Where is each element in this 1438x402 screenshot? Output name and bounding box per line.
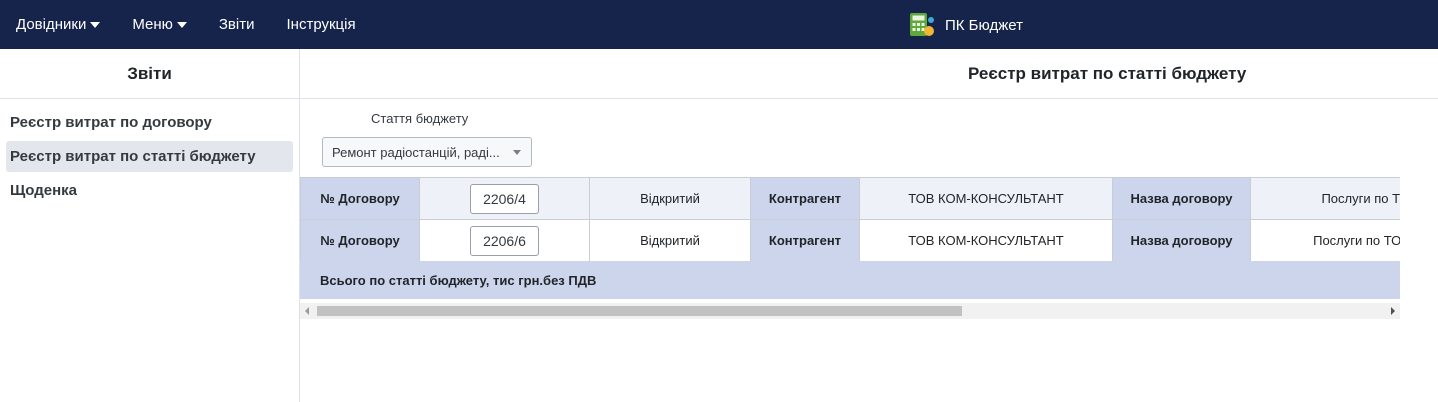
budget-item-label: Стаття бюджету	[371, 111, 469, 126]
brand-title: ПК Бюджет	[945, 16, 1023, 34]
contract-no-cell: 2206/6	[419, 219, 590, 262]
budget-item-select[interactable]: Ремонт радіостанцій, раді...	[322, 137, 532, 167]
scroll-right-icon[interactable]	[1391, 307, 1395, 315]
main-content: Реєстр витрат по статті бюджету Стаття б…	[300, 49, 1438, 402]
status-cell: Відкритий	[589, 177, 751, 220]
counterparty-cell: ТОВ КОМ-КОНСУЛЬТАНТ	[859, 219, 1113, 262]
horizontal-scrollbar[interactable]	[300, 303, 1400, 319]
sidebar-list: Реєстр витрат по договору Реєстр витрат …	[0, 99, 299, 206]
counterparty-cell: ТОВ КОМ-КОНСУЛЬТАНТ	[859, 177, 1113, 220]
contract-no-field[interactable]: 2206/4	[470, 183, 539, 214]
chevron-down-icon	[176, 22, 187, 28]
sidebar-item-contract-register[interactable]: Реєстр витрат по договору	[6, 107, 293, 138]
sidebar-title: Звіти	[0, 49, 299, 99]
nav-instruction-label: Інструкція	[286, 16, 356, 33]
brand[interactable]: ПК Бюджет	[909, 12, 1023, 38]
total-row: Всього по статті бюджету, тис грн.без ПД…	[300, 261, 1400, 299]
sidebar-item-budget-item-register[interactable]: Реєстр витрат по статті бюджету	[6, 141, 293, 172]
nav-dovidnyky-label: Довідники	[16, 16, 87, 33]
budget-item-select-value: Ремонт радіостанцій, раді...	[332, 144, 500, 160]
contract-no-field[interactable]: 2206/6	[470, 225, 539, 256]
contract-name-label: Назва договору	[1112, 219, 1251, 262]
calculator-icon	[910, 13, 934, 36]
status-cell: Відкритий	[589, 219, 751, 262]
nav-dovidnyky[interactable]: Довідники	[16, 16, 101, 33]
contract-name-label: Назва договору	[1112, 177, 1251, 220]
nav-menu-label: Меню	[132, 16, 173, 33]
contract-no-cell: 2206/4	[419, 177, 590, 220]
nav-reports[interactable]: Звіти	[219, 16, 255, 33]
contract-name-cell: Послуги по ТО	[1250, 177, 1400, 220]
counterparty-label: Контрагент	[750, 177, 860, 220]
nav-menu[interactable]: Меню	[132, 16, 187, 33]
top-navbar: Довідники Меню Звіти Інструкція ПК Бюдже…	[0, 0, 1438, 49]
page-title: Реєстр витрат по статті бюджету	[300, 49, 1438, 99]
nav-instruction[interactable]: Інструкція	[287, 16, 356, 33]
scroll-left-icon[interactable]	[305, 307, 309, 315]
counterparty-label: Контрагент	[750, 219, 860, 262]
contract-no-label: № Договору	[300, 219, 420, 262]
table-row: № Договору 2206/4 Відкритий Контрагент Т…	[300, 177, 1400, 220]
contract-no-label: № Договору	[300, 177, 420, 220]
scrollbar-thumb[interactable]	[317, 306, 962, 316]
sidebar-item-daily[interactable]: Щоденка	[6, 175, 293, 206]
contracts-table-wrap: № Договору 2206/4 Відкритий Контрагент Т…	[300, 177, 1400, 321]
table-row: № Договору 2206/6 Відкритий Контрагент Т…	[300, 219, 1400, 262]
nav-reports-label: Звіти	[218, 16, 255, 33]
chevron-down-icon	[90, 22, 101, 28]
contract-name-cell: Послуги по ТО та	[1250, 219, 1400, 262]
sidebar: Звіти Реєстр витрат по договору Реєстр в…	[0, 49, 300, 402]
contracts-table: № Договору 2206/4 Відкритий Контрагент Т…	[300, 177, 1400, 262]
chevron-down-icon	[513, 150, 521, 155]
